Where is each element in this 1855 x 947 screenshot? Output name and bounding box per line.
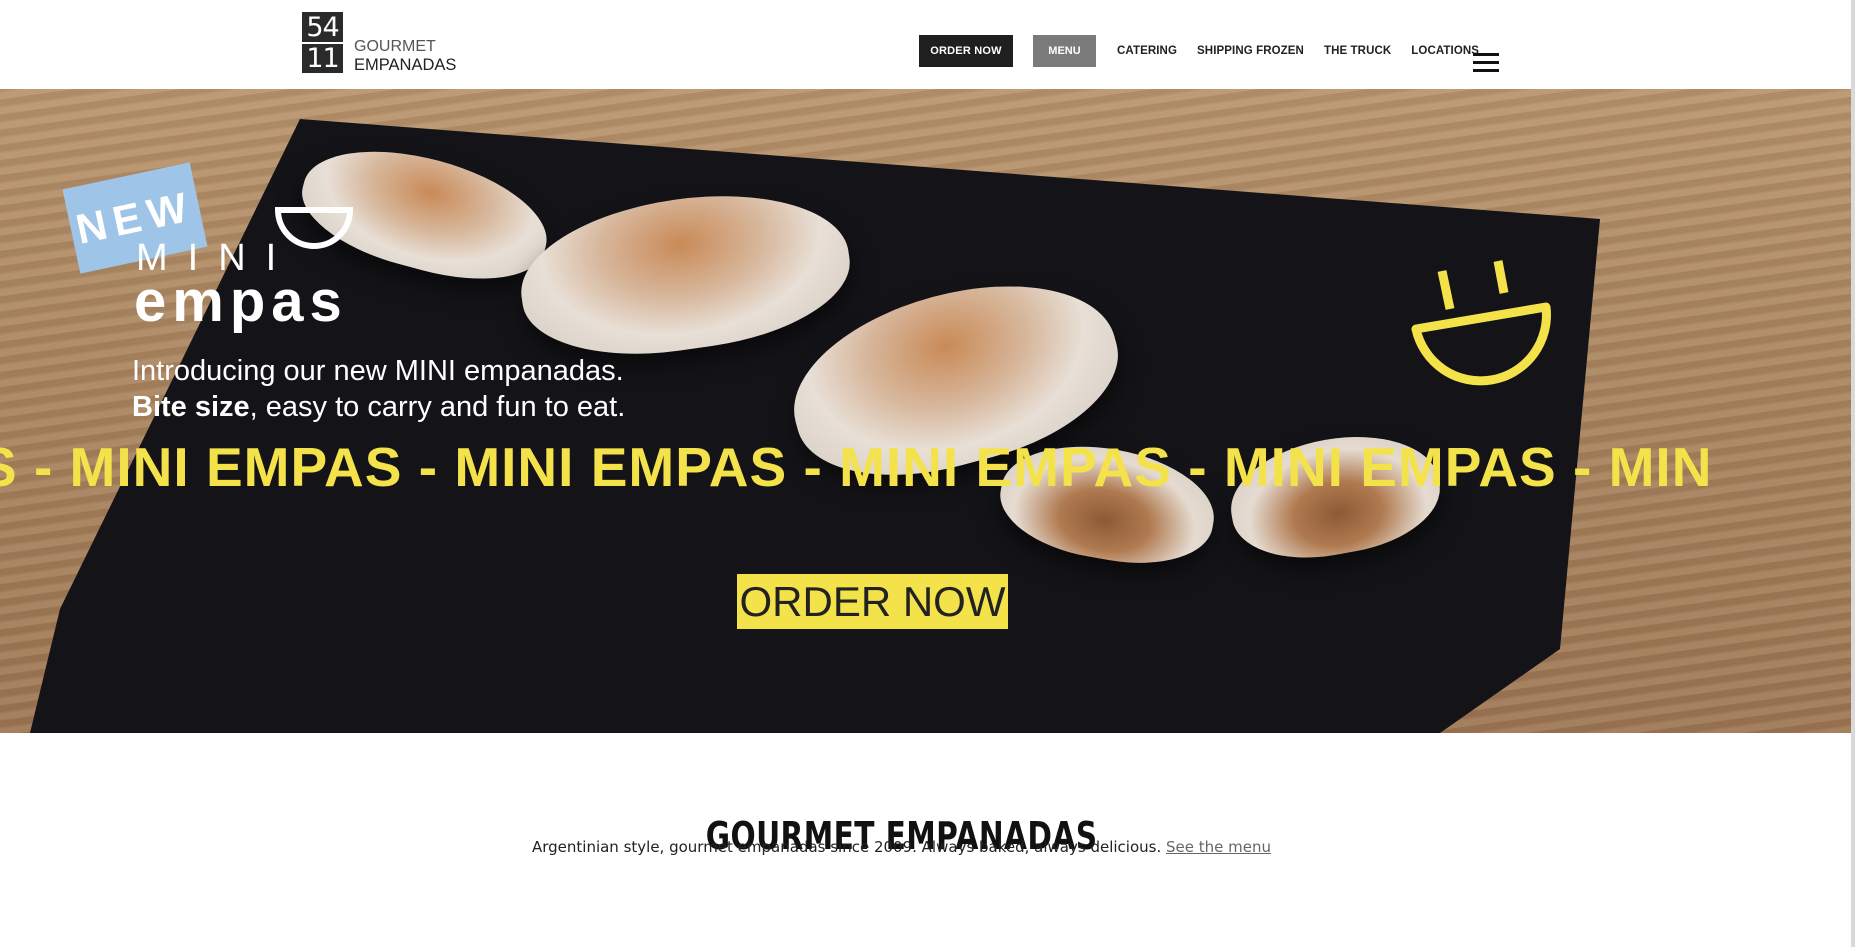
smiley-face-icon [1411, 260, 1551, 386]
logo-line-2: EMPANADAS [354, 56, 457, 74]
nav-link-shipping-frozen[interactable]: SHIPPING FROZEN [1197, 45, 1304, 57]
section-description: Argentinian style, gourmet empanadas sin… [531, 838, 1162, 856]
logo-number-bottom: 11 [306, 43, 339, 74]
intro-line-2: Bite size, easy to carry and fun to eat. [132, 389, 625, 425]
hero-order-now-button[interactable]: ORDER NOW [737, 574, 1008, 629]
logo-line-1: GOURMET [354, 38, 436, 55]
intro-bold: Bite size [132, 391, 250, 423]
nav-link-catering[interactable]: CATERING [1117, 45, 1177, 57]
mini-empas-ticker: S - MINI EMPAS - MINI EMPAS - MINI EMPAS… [0, 435, 1712, 499]
section-subtitle: Argentinian style, gourmet empanadas sin… [0, 838, 1803, 856]
site-header: 54 11 GOURMET EMPANADAS ORDER NOW MENU C… [0, 0, 1850, 89]
menu-button[interactable]: MENU [1033, 35, 1096, 67]
nav-link-locations[interactable]: LOCATIONS [1411, 45, 1479, 57]
main-nav: ORDER NOW MENU CATERING SHIPPING FROZEN … [919, 35, 1479, 67]
order-now-button[interactable]: ORDER NOW [919, 35, 1013, 67]
logo-number-top: 54 [302, 13, 343, 44]
hero-intro: Introducing our new MINI empanadas. Bite… [132, 353, 625, 425]
logo-badge: 54 11 [302, 12, 343, 73]
empas-heading: empas [134, 269, 348, 334]
page-scrollbar[interactable] [1851, 0, 1855, 947]
site-logo[interactable]: 54 11 GOURMET EMPANADAS [302, 12, 456, 74]
nav-link-the-truck[interactable]: THE TRUCK [1324, 45, 1391, 57]
ticker-text: S - MINI EMPAS - MINI EMPAS - MINI EMPAS… [0, 436, 1713, 498]
see-menu-link[interactable]: See the menu [1166, 838, 1271, 856]
logo-wordmark: GOURMET EMPANADAS [354, 38, 456, 74]
hamburger-menu-icon[interactable] [1473, 53, 1499, 73]
intro-line-1: Introducing our new MINI empanadas. [132, 355, 624, 387]
hero-banner: NEW MINI empas Introducing our new MINI … [0, 89, 1851, 733]
intro-rest: , easy to carry and fun to eat. [249, 391, 626, 423]
